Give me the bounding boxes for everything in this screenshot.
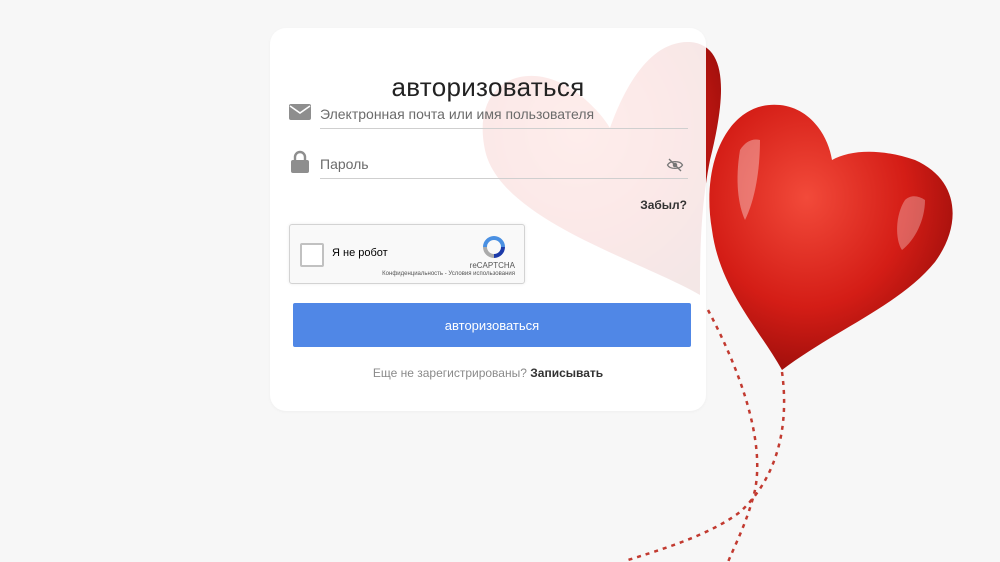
lock-icon [291,150,309,173]
recaptcha-brand: reCAPTCHA [469,261,515,270]
forgot-password-link[interactable]: Забыл? [640,198,687,212]
email-field-row [288,100,688,136]
register-link[interactable]: Записывать [530,366,603,380]
page-title: авторизоваться [391,72,585,102]
recaptcha-terms-link[interactable]: Условия использования [448,271,515,277]
password-field-row [288,150,688,186]
recaptcha-widget: Я не робот reCAPTCHA Конфиденциальность … [289,224,525,284]
password-input[interactable] [320,150,688,179]
email-input[interactable] [320,100,688,129]
recaptcha-links: Конфиденциальность - Условия использован… [382,271,515,277]
recaptcha-privacy-link[interactable]: Конфиденциальность [382,271,443,277]
envelope-icon [289,104,311,120]
login-submit-button[interactable]: авторизоваться [293,303,691,347]
register-prompt: Еще не зарегистрированы? Записывать [270,366,706,380]
recaptcha-checkbox[interactable] [300,243,324,267]
recaptcha-logo-icon [483,236,505,258]
register-prompt-text: Еще не зарегистрированы? [372,366,527,380]
login-card: авторизоваться Забыл? Я не робот reCAPT [270,28,706,411]
string-1 [706,309,759,562]
recaptcha-checkbox-label: Я не робот [332,247,388,259]
eye-slash-icon[interactable] [666,156,684,174]
